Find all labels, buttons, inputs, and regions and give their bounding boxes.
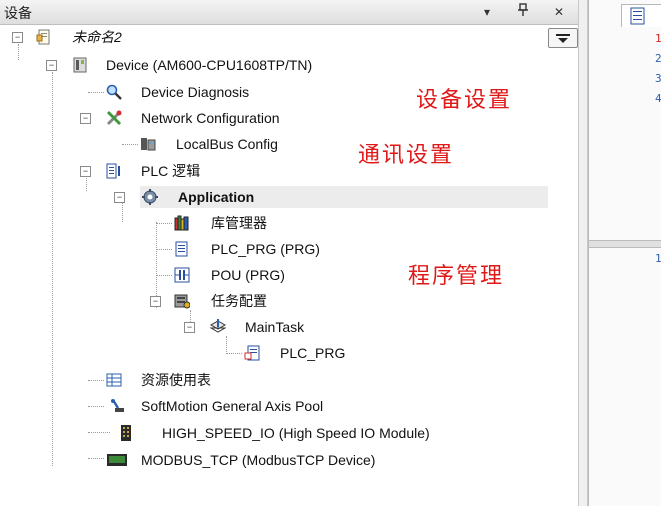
panel-menu-button[interactable]: ▾ [478, 3, 496, 21]
line-number: 1 [655, 252, 661, 265]
collapse-toggle[interactable]: − [46, 60, 57, 71]
panel-title: 设备 [4, 5, 32, 21]
tree-node-library-manager[interactable]: 库管理器 [0, 212, 548, 234]
application-gear-icon [142, 189, 158, 205]
project-icon [36, 29, 50, 45]
magnifier-icon [106, 84, 122, 100]
document-icon [630, 7, 645, 25]
annotation-program-management: 程序管理 [408, 264, 505, 289]
tree-node-modbus-tcp[interactable]: MODBUS_TCP (ModbusTCP Device) [0, 449, 548, 471]
ladder-pou-icon [174, 267, 190, 283]
tree-node-resource-table[interactable]: 资源使用表 [0, 369, 548, 391]
axis-pool-icon [111, 399, 124, 412]
network-tools-icon [106, 110, 122, 126]
resource-table-label: 资源使用表 [141, 372, 211, 388]
device-diagnosis-label: Device Diagnosis [141, 84, 250, 100]
editor-tab[interactable] [621, 4, 661, 27]
modbus-device-icon [107, 454, 127, 466]
tree-node-project[interactable]: − 未命名2 [0, 26, 548, 48]
library-books-icon [174, 215, 189, 231]
editor-pane: 1 2 3 4 1 [588, 0, 661, 506]
collapse-toggle[interactable]: − [184, 322, 195, 333]
tree-scrollbar[interactable] [578, 0, 588, 506]
tree-node-main-task-plc-prg[interactable]: PLC_PRG [0, 342, 548, 364]
main-task-label: MainTask [245, 319, 305, 335]
table-icon [106, 373, 122, 387]
high-speed-io-label: HIGH_SPEED_IO (High Speed IO Module) [162, 425, 430, 441]
plc-logic-icon [106, 163, 120, 179]
bus-module-icon [141, 138, 156, 151]
close-button[interactable]: ✕ [550, 3, 568, 21]
task-stack-icon [210, 319, 226, 333]
collapse-toggle[interactable]: − [80, 166, 91, 177]
task-config-icon [174, 294, 190, 309]
line-number: 2 [655, 52, 661, 65]
program-call-icon [244, 345, 260, 361]
plc-prg-label: PLC_PRG (PRG) [211, 241, 320, 257]
softmotion-label: SoftMotion General Axis Pool [141, 398, 324, 414]
tree-node-plc-prg[interactable]: PLC_PRG (PRG) [0, 238, 548, 260]
line-number: 1 [655, 32, 661, 45]
tree-node-main-task[interactable]: − MainTask [0, 316, 548, 338]
device-label: Device (AM600-CPU1608TP/TN) [106, 57, 313, 73]
library-manager-label: 库管理器 [211, 215, 267, 231]
collapse-toggle[interactable]: − [80, 113, 91, 124]
tree-node-softmotion[interactable]: SoftMotion General Axis Pool [0, 395, 548, 417]
plc-logic-label: PLC 逻辑 [141, 163, 201, 179]
annotation-device-settings: 设备设置 [416, 88, 513, 113]
line-number: 3 [655, 72, 661, 85]
editor-splitter[interactable] [589, 240, 661, 248]
pin-button[interactable] [514, 3, 532, 21]
line-number: 4 [655, 92, 661, 105]
application-label: Application [178, 189, 255, 205]
localbus-config-label: LocalBus Config [176, 136, 278, 152]
task-configuration-label: 任务配置 [211, 293, 267, 309]
io-module-icon [121, 425, 131, 441]
project-name: 未命名2 [72, 29, 122, 45]
pin-icon [518, 3, 528, 16]
network-configuration-label: Network Configuration [141, 110, 280, 126]
annotation-comm-settings: 通讯设置 [358, 143, 455, 168]
pou-label: POU (PRG) [211, 267, 285, 283]
collapse-toggle[interactable]: − [114, 192, 125, 203]
main-task-plc-prg-label: PLC_PRG [280, 345, 346, 361]
program-document-icon [175, 241, 188, 257]
panel-titlebar: 设备 ▾ ✕ [0, 0, 580, 25]
tree-node-localbus-config[interactable]: LocalBus Config [0, 133, 548, 155]
collapse-toggle[interactable]: − [12, 32, 23, 43]
tree-node-application[interactable]: − Application [114, 186, 548, 208]
tree-node-high-speed-io[interactable]: HIGH_SPEED_IO (High Speed IO Module) [0, 422, 548, 444]
tree-node-plc-logic[interactable]: − PLC 逻辑 [0, 160, 548, 182]
devices-panel: 设备 ▾ ✕ − 未命名2 − Device (AM600-CPU1608TP/… [0, 0, 580, 506]
tree-node-task-configuration[interactable]: − 任务配置 [0, 290, 548, 312]
collapse-toggle[interactable]: − [150, 296, 161, 307]
modbus-tcp-label: MODBUS_TCP (ModbusTCP Device) [141, 452, 376, 468]
tree-node-device[interactable]: − Device (AM600-CPU1608TP/TN) [0, 54, 548, 76]
plc-device-icon [73, 57, 87, 73]
